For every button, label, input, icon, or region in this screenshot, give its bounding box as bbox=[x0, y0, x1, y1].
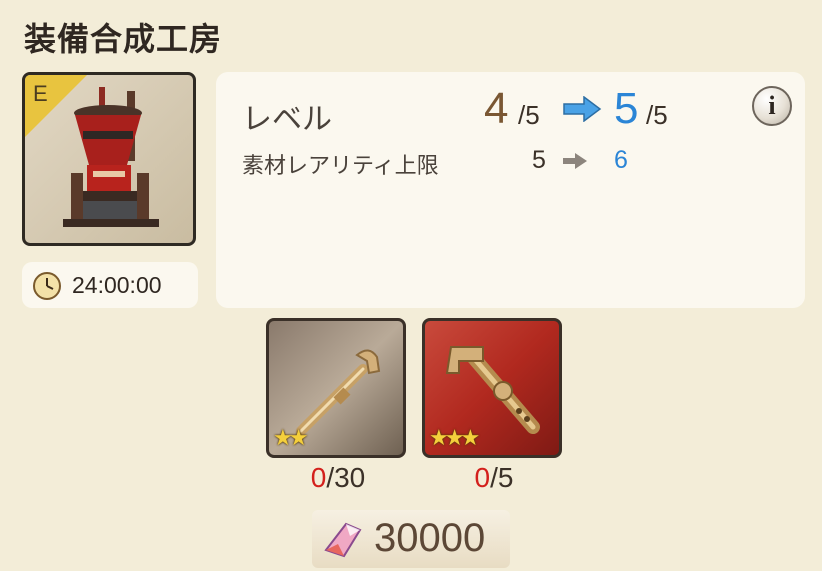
timer-text: 24:00:00 bbox=[72, 272, 162, 298]
material-need: /5 bbox=[490, 462, 514, 493]
material-count-1: 0/30 bbox=[268, 462, 408, 494]
rarity-label: 素材レアリティ上限 bbox=[242, 154, 439, 179]
upgrade-info-panel: レベル 4 /5 5 /5 i 素材レアリティ上限 5 6 bbox=[216, 72, 805, 308]
material-need: /30 bbox=[326, 462, 366, 493]
material-slot-2[interactable]: ★★★ bbox=[422, 318, 562, 458]
level-next: 5 bbox=[614, 84, 639, 133]
cost-box: 30000 bbox=[312, 510, 510, 568]
material-count-2: 0/5 bbox=[424, 462, 564, 494]
arrow-right-icon bbox=[562, 152, 588, 174]
info-button[interactable]: i bbox=[752, 86, 792, 126]
crystal-icon bbox=[320, 520, 364, 564]
facility-card[interactable]: E bbox=[22, 72, 196, 246]
material-have: 0 bbox=[474, 462, 491, 493]
rank-letter: E bbox=[33, 81, 48, 106]
rarity-next: 6 bbox=[614, 146, 628, 174]
rarity-stars: ★★★ bbox=[429, 426, 480, 451]
level-label: レベル bbox=[242, 102, 332, 137]
clock-icon bbox=[32, 271, 62, 305]
rarity-current: 5 bbox=[532, 146, 546, 174]
rarity-stars: ★★ bbox=[273, 426, 309, 451]
level-next-max: /5 bbox=[646, 100, 668, 130]
arrow-right-icon bbox=[562, 95, 602, 126]
page-title: 装備合成工房 bbox=[24, 20, 223, 58]
material-have: 0 bbox=[310, 462, 327, 493]
material-slot-1[interactable]: ★★ bbox=[266, 318, 406, 458]
level-current-max: /5 bbox=[518, 100, 540, 130]
cost-value: 30000 bbox=[374, 516, 486, 560]
timer-box: 24:00:00 bbox=[22, 262, 198, 308]
level-current: 4 bbox=[484, 84, 509, 133]
